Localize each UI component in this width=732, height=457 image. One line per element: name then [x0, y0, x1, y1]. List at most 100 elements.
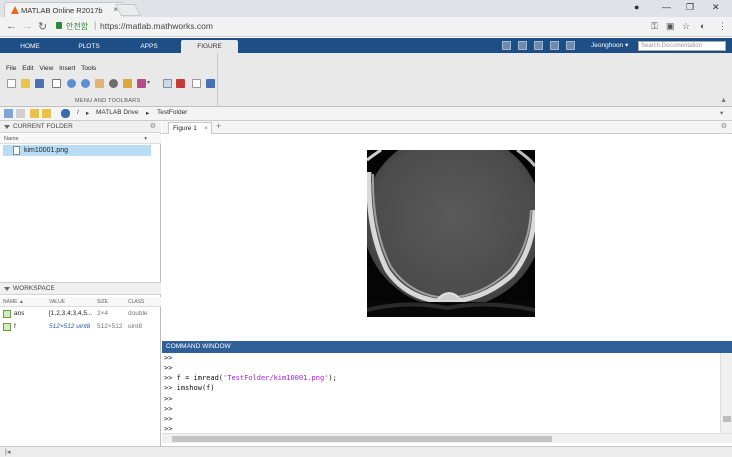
browser-tab[interactable]: MATLAB Online R2017b × — [4, 2, 124, 17]
command-horizontal-scrollbar[interactable] — [162, 433, 732, 443]
minimize-icon[interactable]: — — [662, 2, 671, 12]
figure-gear-icon[interactable]: ⚙ — [721, 122, 727, 130]
path-separator: ▸ — [146, 110, 150, 117]
workspace-column-header: NAME ▲ VALUE SIZE CLASS — [0, 297, 161, 307]
workspace-row[interactable]: f 512×512 uint8 512×512 uint8 — [0, 321, 161, 333]
back-arrow-icon[interactable]: ← — [6, 20, 17, 32]
new-figure-icon[interactable] — [7, 79, 16, 88]
save-quick-icon[interactable] — [502, 41, 511, 50]
ribbon: File Edit View Insert Tools ▾ MENU AND T… — [0, 53, 732, 107]
path-root[interactable]: / — [77, 109, 79, 116]
matlab-logo-icon — [11, 6, 19, 14]
tab-figure[interactable]: FIGURE — [181, 40, 238, 53]
folder-column-header[interactable]: Name ▾ — [0, 134, 161, 144]
menu-edit[interactable]: Edit — [22, 65, 33, 72]
browse-folder-icon[interactable] — [42, 109, 51, 118]
rotate-3d-icon[interactable] — [109, 79, 118, 88]
figure-canvas[interactable] — [162, 134, 732, 341]
new-tab-button[interactable] — [115, 4, 141, 16]
account-icon[interactable]: ● — [634, 2, 639, 12]
scrollbar-thumb[interactable] — [723, 416, 731, 422]
collapse-triangle-icon[interactable] — [4, 287, 10, 291]
ct-scan-image[interactable] — [367, 150, 535, 317]
file-list-item[interactable]: kim10001.png — [3, 145, 151, 156]
url-field[interactable]: 안전함 | https://matlab.mathworks.com — [54, 20, 640, 34]
pointer-icon[interactable] — [52, 79, 61, 88]
tab-apps[interactable]: APPS — [126, 40, 172, 53]
workspace-row[interactable]: ans [1,2,3,4;3,4,5... 2×4 double — [0, 308, 161, 320]
open-file-icon[interactable] — [21, 79, 30, 88]
ws-col-name[interactable]: NAME ▲ — [3, 297, 24, 307]
extension-icon[interactable]: ◐ — [700, 21, 705, 31]
undo-quick-icon[interactable] — [518, 41, 527, 50]
collapse-ribbon-icon[interactable]: ▲ — [720, 97, 727, 104]
brush-dropdown-icon[interactable]: ▾ — [147, 79, 151, 88]
url-separator: | — [94, 20, 97, 30]
up-folder-icon[interactable] — [30, 109, 39, 118]
help-quick-icon[interactable] — [550, 41, 559, 50]
tab-figure-1[interactable]: Figure 1 × — [168, 122, 212, 134]
address-bar: ← → ↻ 안전함 | https://matlab.mathworks.com… — [0, 17, 732, 37]
tab-plots[interactable]: PLOTS — [66, 40, 112, 53]
pan-hand-icon[interactable] — [95, 79, 104, 88]
scrollbar-thumb[interactable] — [172, 436, 552, 442]
command-window-header[interactable]: COMMAND WINDOW — [162, 341, 732, 353]
ws-col-value[interactable]: VALUE — [49, 297, 65, 307]
forward-arrow-icon[interactable]: → — [22, 20, 33, 32]
collapse-triangle-icon[interactable] — [4, 125, 10, 129]
menu-insert[interactable]: Insert — [59, 65, 75, 72]
key-icon[interactable]: ⚿ — [651, 21, 658, 32]
ws-name: f — [14, 323, 16, 330]
command-line: >> — [164, 415, 172, 425]
browser-menu-icon[interactable]: ⋮ — [718, 21, 727, 32]
ws-name: ans — [14, 310, 25, 317]
show-plot-tools-icon[interactable] — [206, 79, 215, 88]
path-matlab-drive[interactable]: MATLAB Drive — [96, 109, 139, 116]
back-folder-icon[interactable] — [4, 109, 13, 118]
skull-ct-picture — [367, 150, 535, 317]
command-vertical-scrollbar[interactable] — [720, 353, 732, 433]
menu-tools[interactable]: Tools — [81, 65, 96, 72]
prompt: >> — [164, 395, 173, 403]
link-plot-icon[interactable] — [163, 79, 172, 88]
reload-icon[interactable]: ↻ — [38, 20, 47, 33]
insert-colorbar-icon[interactable] — [176, 79, 185, 88]
command-window[interactable]: >> >> >> f = imread('TestFolder/kim10001… — [162, 353, 720, 433]
search-documentation-input[interactable]: Search Documentation — [638, 41, 726, 51]
translate-icon[interactable]: ▣ — [666, 21, 675, 32]
user-menu[interactable]: Jeonghoon ▾ — [591, 41, 628, 49]
workspace-header[interactable]: WORKSPACE — [0, 283, 161, 295]
save-figure-icon[interactable] — [35, 79, 44, 88]
sort-dropdown-icon[interactable]: ▾ — [144, 134, 147, 144]
collapse-panel-icon[interactable]: |◂ — [5, 448, 10, 456]
hide-plot-tools-icon[interactable] — [192, 79, 201, 88]
tab-home[interactable]: HOME — [10, 40, 50, 53]
current-folder-header[interactable]: CURRENT FOLDER ⚙ — [0, 121, 161, 133]
ws-size: 2×4 — [97, 310, 109, 317]
brush-icon[interactable] — [137, 79, 146, 88]
path-testfolder[interactable]: TestFolder — [157, 109, 187, 116]
close-window-icon[interactable]: ✕ — [712, 2, 720, 13]
restore-icon[interactable]: ❐ — [686, 2, 694, 13]
zoom-out-icon[interactable] — [81, 79, 90, 88]
bookmark-star-icon[interactable]: ☆ — [682, 21, 690, 32]
menu-view[interactable]: View — [39, 65, 53, 72]
forward-folder-icon[interactable] — [16, 109, 25, 118]
gear-icon[interactable]: ⚙ — [150, 121, 156, 133]
add-figure-button[interactable]: + — [216, 121, 221, 131]
layout-quick-icon[interactable] — [566, 41, 575, 50]
current-folder-title: CURRENT FOLDER — [13, 123, 73, 130]
zoom-in-icon[interactable] — [67, 79, 76, 88]
close-figure-icon[interactable]: × — [204, 123, 208, 134]
command-code: imshow(f) — [172, 384, 215, 392]
ws-col-class[interactable]: CLASS — [128, 297, 144, 307]
data-cursor-icon[interactable] — [123, 79, 132, 88]
variable-icon — [3, 323, 11, 331]
menu-file[interactable]: File — [6, 65, 16, 72]
ws-col-size[interactable]: SIZE — [97, 297, 108, 307]
redo-quick-icon[interactable] — [534, 41, 543, 50]
prompt: >> — [164, 415, 173, 423]
prompt: >> — [164, 405, 173, 413]
ribbon-group-label: MENU AND TOOLBARS — [75, 98, 141, 104]
path-dropdown-icon[interactable]: ▾ — [720, 109, 723, 117]
